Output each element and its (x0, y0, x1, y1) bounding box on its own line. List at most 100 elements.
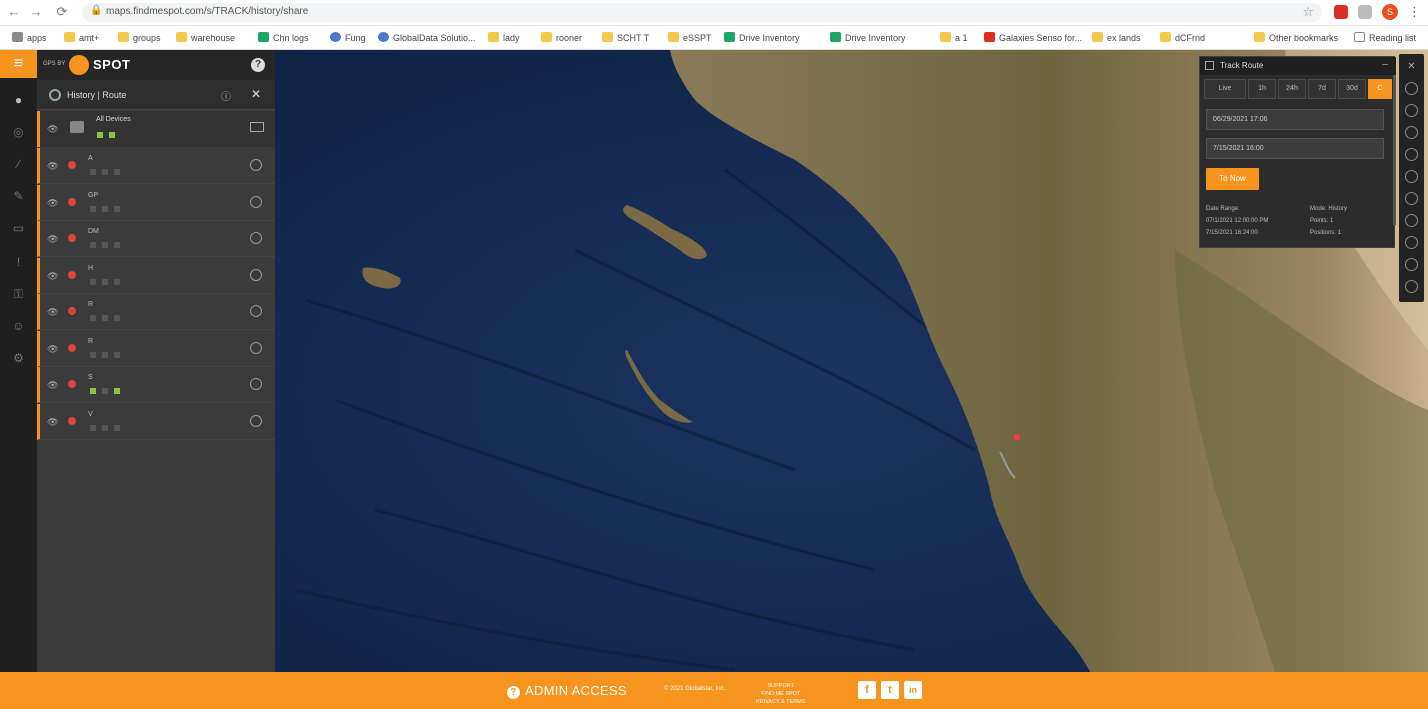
bookmark-item[interactable]: lady (488, 30, 520, 46)
visibility-icon[interactable]: 👁 (47, 124, 58, 135)
menu-icon[interactable]: ≡ (0, 50, 37, 78)
help-icon[interactable]: ? (251, 58, 265, 72)
location-pin-icon[interactable]: ● (10, 92, 27, 109)
visibility-icon[interactable]: 👁 (47, 417, 58, 428)
find-me-spot-link[interactable]: FIND ME SPOT (756, 690, 806, 698)
target-icon[interactable]: ◎ (10, 124, 27, 141)
start-date-field[interactable]: 06/29/2021 17:06 (1206, 109, 1384, 130)
device-options-icon[interactable] (250, 232, 262, 244)
tool-icon[interactable] (1405, 258, 1418, 271)
visibility-icon[interactable]: 👁 (47, 234, 58, 245)
browser-menu-icon[interactable]: ⋮ (1408, 4, 1421, 20)
facebook-icon[interactable]: f (858, 681, 876, 699)
privacy-link[interactable]: PRIVACY & TERMS (756, 698, 806, 706)
device-group-row[interactable]: 👁 All Devices (37, 111, 275, 147)
tool-icon[interactable] (1405, 280, 1418, 293)
admin-access-link[interactable]: ? ADMIN ACCESS (507, 683, 627, 699)
forward-icon[interactable]: → (28, 4, 44, 20)
device-options-icon[interactable] (250, 195, 262, 208)
bookmark-item[interactable]: Galaxies Senso for... (984, 30, 1082, 46)
tab-7d[interactable]: 7d (1308, 79, 1336, 99)
message-icon[interactable]: ▭ (10, 220, 27, 237)
key-icon[interactable]: ⚿ (10, 286, 27, 303)
bookmark-item[interactable]: Chn logs (258, 30, 309, 46)
bookmark-item[interactable]: Reading list (1354, 30, 1416, 46)
end-date-field[interactable]: 7/15/2021 16:00 (1206, 138, 1384, 159)
edit-icon[interactable]: ✎ (10, 188, 27, 205)
settings-icon[interactable]: ⚙ (10, 350, 27, 367)
lock-icon: 🔒 (90, 5, 103, 16)
bookmark-item[interactable]: dCFrnd (1160, 30, 1205, 46)
twitter-icon[interactable]: t (881, 681, 899, 699)
device-options-icon[interactable] (250, 159, 262, 171)
bookmark-item[interactable]: Drive Inventory (830, 30, 906, 46)
tool-icon[interactable] (1405, 170, 1418, 183)
device-row[interactable]: 👁 R (37, 294, 275, 330)
minimize-icon[interactable]: – (1382, 59, 1388, 70)
tool-icon[interactable] (1405, 148, 1418, 161)
group-settings-icon[interactable] (250, 122, 264, 132)
extensions-icon[interactable] (1358, 5, 1372, 19)
bookmark-item[interactable]: GlobalData Solutio... (378, 30, 476, 46)
bookmark-item[interactable]: apps (12, 30, 47, 46)
tab-custom[interactable]: C (1368, 79, 1392, 99)
device-options-icon[interactable] (250, 414, 262, 427)
tab-1h[interactable]: 1h (1248, 79, 1276, 99)
users-icon[interactable]: ☺ (10, 318, 27, 335)
bookmark-star-icon[interactable]: ☆ (1302, 4, 1314, 20)
tool-icon[interactable] (1405, 126, 1418, 139)
visibility-icon[interactable]: 👁 (47, 380, 58, 391)
tab-live[interactable]: Live (1204, 79, 1246, 99)
bookmark-item[interactable]: rooner (541, 30, 582, 46)
device-options-icon[interactable] (250, 341, 262, 354)
device-row[interactable]: 👁 V (37, 403, 275, 440)
bookmark-item[interactable]: Other bookmarks (1254, 30, 1338, 46)
device-row[interactable]: 👁 GP (37, 184, 275, 221)
bookmark-item[interactable]: Fung (330, 30, 366, 46)
profile-avatar[interactable]: S (1382, 4, 1398, 20)
device-row[interactable]: 👁 A (37, 148, 275, 184)
device-row[interactable]: 👁 S (37, 367, 275, 403)
extension-icon[interactable] (1334, 5, 1348, 19)
info-icon[interactable]: ⓘ (221, 88, 231, 103)
tool-icon[interactable] (1405, 236, 1418, 249)
tool-icon[interactable] (1405, 214, 1418, 227)
bookmark-item[interactable]: warehouse (176, 30, 235, 46)
bookmark-item[interactable]: amt+ (64, 30, 99, 46)
route-icon[interactable]: ∕ (10, 156, 27, 173)
alert-icon[interactable]: ! (10, 254, 27, 271)
tool-icon[interactable] (1405, 82, 1418, 95)
bookmark-item[interactable]: ex lands (1092, 30, 1141, 46)
address-bar[interactable]: 🔒 maps.findmespot.com/s/TRACK/history/sh… (82, 3, 1322, 22)
device-row[interactable]: 👁 DM (37, 221, 275, 257)
bookmark-item[interactable]: a 1 (940, 30, 968, 46)
device-row[interactable]: 👁 R (37, 330, 275, 367)
device-options-icon[interactable] (250, 305, 262, 317)
bookmark-item[interactable]: Drive Inventory (724, 30, 800, 46)
bookmark-item[interactable]: SCHT T (602, 30, 649, 46)
support-link[interactable]: SUPPORT (756, 682, 806, 690)
device-location-marker[interactable] (1014, 434, 1020, 440)
linkedin-icon[interactable]: in (904, 681, 922, 699)
visibility-icon[interactable]: 👁 (47, 307, 58, 318)
tool-icon[interactable] (1405, 192, 1418, 205)
scrollbar[interactable] (1393, 75, 1396, 225)
bookmark-item[interactable]: eSSPT (668, 30, 712, 46)
device-options-icon[interactable] (250, 378, 262, 390)
apply-button[interactable]: To Now (1206, 168, 1259, 190)
reload-icon[interactable]: ⟳ (54, 4, 70, 20)
sheet-icon (258, 32, 269, 42)
tab-30d[interactable]: 30d (1338, 79, 1366, 99)
visibility-icon[interactable]: 👁 (47, 198, 58, 209)
tab-24h[interactable]: 24h (1278, 79, 1306, 99)
tool-icon[interactable] (1405, 104, 1418, 117)
back-icon[interactable]: ← (6, 4, 22, 20)
visibility-icon[interactable]: 👁 (47, 344, 58, 355)
device-row[interactable]: 👁 H (37, 257, 275, 294)
close-tools-icon[interactable]: ✕ (1405, 60, 1418, 73)
visibility-icon[interactable]: 👁 (47, 161, 58, 172)
close-icon[interactable]: ✕ (251, 87, 261, 101)
device-options-icon[interactable] (250, 268, 262, 281)
visibility-icon[interactable]: 👁 (47, 271, 58, 282)
bookmark-item[interactable]: groups (118, 30, 161, 46)
